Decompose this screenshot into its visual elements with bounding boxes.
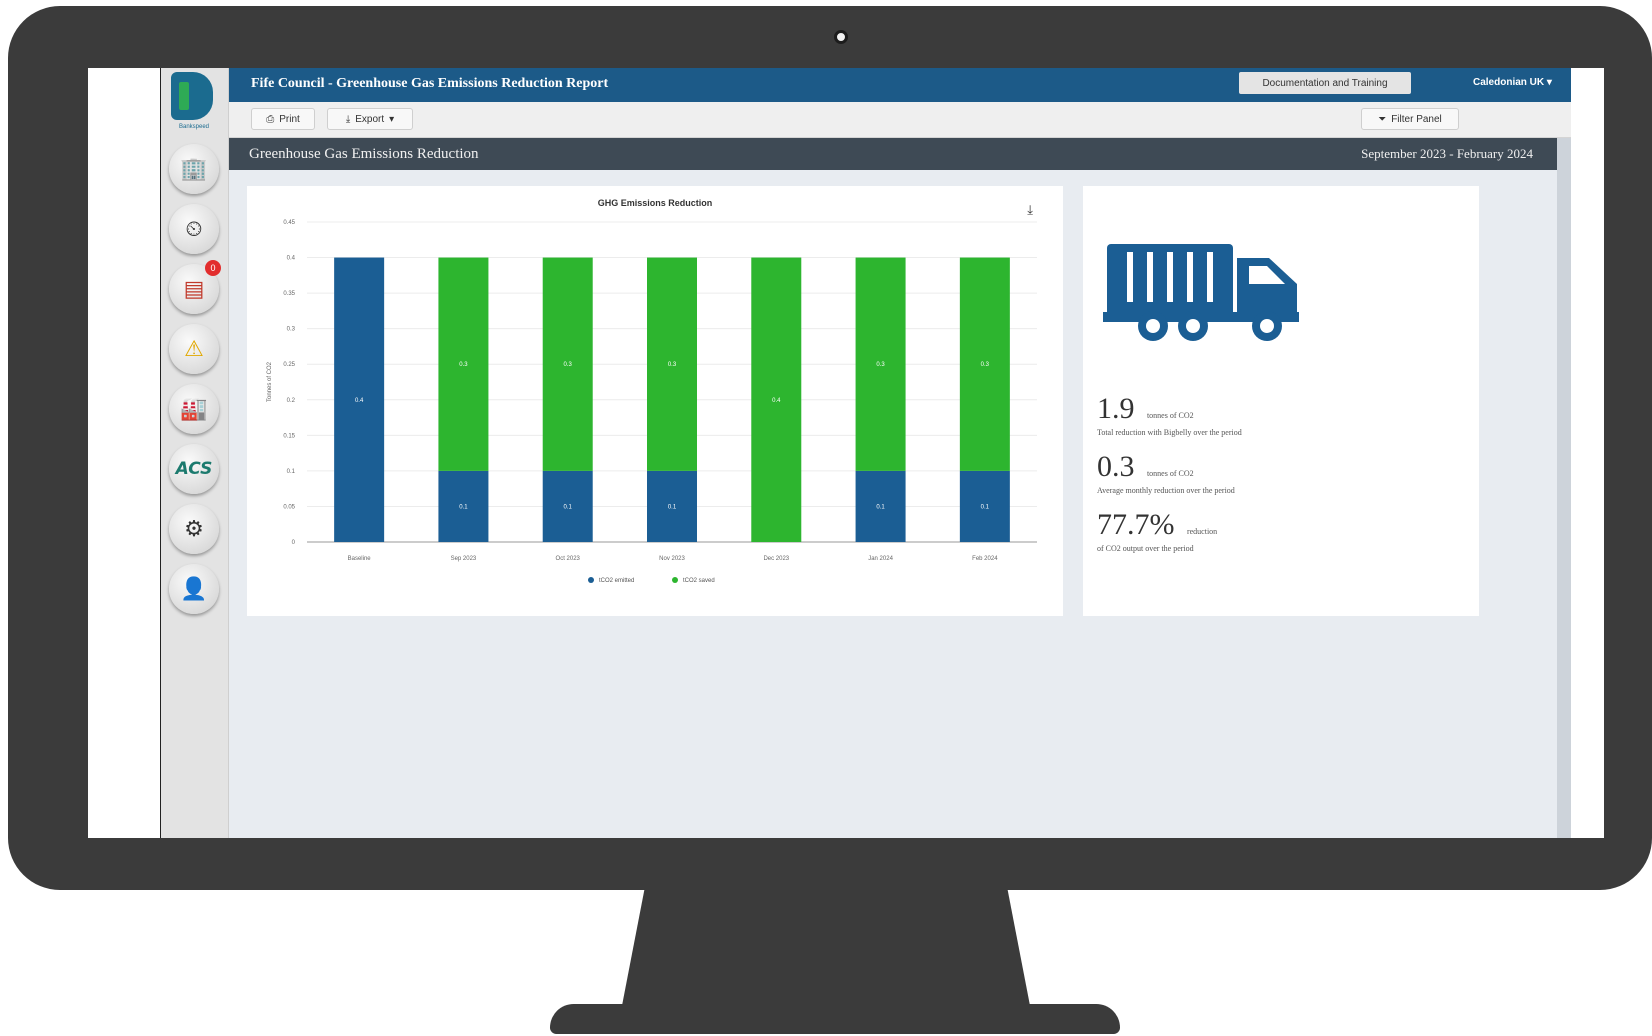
- filter-icon: ⏷: [1378, 113, 1387, 125]
- data-label: 0.3: [668, 362, 677, 368]
- dashboard-icon: 🏢: [180, 156, 208, 181]
- y-tick-label: 0.05: [283, 504, 295, 510]
- section-title: Greenhouse Gas Emissions Reduction: [249, 146, 479, 162]
- export-icon: ⤓: [345, 113, 351, 125]
- sidebar-item-network[interactable]: ⚙: [169, 504, 219, 554]
- stat-description: Average monthly reduction over the perio…: [1097, 486, 1235, 495]
- data-label: 0.3: [564, 362, 573, 368]
- stat-unit: reduction: [1186, 527, 1218, 536]
- export-button[interactable]: ⤓ Export ▾: [327, 108, 413, 130]
- stats-panel: 1.9 tonnes of CO2 Total reduction with B…: [1083, 186, 1479, 616]
- sidebar-item-user[interactable]: 👤: [169, 564, 219, 614]
- y-tick-label: 0.2: [287, 398, 296, 404]
- legend-label: tCO2 saved: [683, 578, 715, 584]
- chevron-down-icon: ▾: [389, 113, 395, 125]
- toolbar: ⎙ Print ⤓ Export ▾ ⏷ Filter Panel: [229, 102, 1571, 138]
- monitor-stand-neck: [620, 888, 1032, 1016]
- screen: Bankspeed 🏢 ⏲ ▤ 0 ⚠ 🏭 ACS ⚙ 👤 Fife Counc…: [88, 68, 1604, 838]
- stat-unit: tonnes of CO2: [1146, 469, 1194, 478]
- user-settings-icon: 👤: [180, 576, 208, 601]
- legend-marker: [588, 577, 594, 583]
- x-tick-label: Dec 2023: [763, 556, 789, 562]
- network-icon: ⚙: [184, 516, 204, 541]
- export-label: Export: [355, 113, 385, 125]
- data-label: 0.1: [668, 504, 677, 510]
- sidebar-item-acs[interactable]: ACS: [169, 444, 219, 494]
- print-icon: ⎙: [266, 113, 275, 125]
- chevron-down-icon: ▾: [1546, 77, 1552, 88]
- truck-icon: [1103, 244, 1299, 341]
- y-axis-label: Tonnes of CO2: [267, 361, 273, 402]
- x-tick-label: Jan 2024: [868, 556, 893, 562]
- filter-panel-button[interactable]: ⏷ Filter Panel: [1361, 108, 1459, 130]
- stat-percent-reduction: 77.7% reduction of CO2 output over the p…: [1097, 508, 1217, 553]
- stat-monthly-reduction: 0.3 tonnes of CO2 Average monthly reduct…: [1097, 450, 1235, 495]
- y-tick-label: 0.35: [283, 291, 295, 297]
- chart-title: GHG Emissions Reduction: [597, 198, 713, 208]
- header-bar: Fife Council - Greenhouse Gas Emissions …: [229, 68, 1571, 102]
- y-tick-label: 0.15: [283, 433, 295, 439]
- stat-value: 1.9: [1097, 392, 1135, 425]
- data-label: 0.1: [876, 504, 885, 510]
- user-menu[interactable]: Caledonian UK ▾: [1473, 77, 1552, 88]
- print-label: Print: [279, 113, 300, 125]
- monitor-stand-base: [550, 1004, 1120, 1034]
- sidebar-item-database[interactable]: ▤ 0: [169, 260, 221, 314]
- x-tick-label: Oct 2023: [556, 556, 581, 562]
- documentation-button[interactable]: Documentation and Training: [1239, 72, 1411, 94]
- user-name: Caledonian UK: [1473, 77, 1545, 88]
- y-tick-label: 0: [292, 540, 296, 546]
- app-logo[interactable]: Bankspeed: [171, 72, 217, 134]
- stat-description: Total reduction with Bigbelly over the p…: [1097, 428, 1242, 437]
- y-tick-label: 0.1: [287, 469, 296, 475]
- stat-description: of CO2 output over the period: [1097, 544, 1194, 553]
- chart-panel: 0 0.05 0.1 0.15 0.2 0.25 0.3 0.35 0.4 0.45 Tonnes …: [247, 186, 1063, 616]
- data-label: 0.1: [459, 504, 468, 510]
- data-label: 0.3: [459, 362, 468, 368]
- emissions-chart: 0 0.05 0.1 0.15 0.2 0.25 0.3 0.35 0.4 0.45 Tonnes …: [267, 220, 1037, 584]
- print-button[interactable]: ⎙ Print: [251, 108, 315, 130]
- section-header: Greenhouse Gas Emissions Reduction Septe…: [229, 138, 1571, 170]
- y-tick-label: 0.4: [287, 256, 296, 262]
- legend-marker: [672, 577, 678, 583]
- database-icon: ▤: [183, 276, 205, 301]
- notification-badge: 0: [205, 260, 221, 276]
- y-tick-label: 0.3: [287, 327, 296, 333]
- x-tick-label: Feb 2024: [972, 556, 998, 562]
- data-label: 0.3: [876, 362, 885, 368]
- factory-icon: 🏭: [180, 396, 208, 421]
- stat-total-reduction: 1.9 tonnes of CO2 Total reduction with B…: [1097, 392, 1242, 437]
- x-tick-label: Baseline: [348, 556, 372, 562]
- gauge-icon: ⏲: [185, 216, 203, 241]
- data-label: 0.4: [772, 398, 781, 404]
- x-tick-label: Nov 2023: [659, 556, 685, 562]
- app-window: Bankspeed 🏢 ⏲ ▤ 0 ⚠ 🏭 ACS ⚙ 👤 Fife Counc…: [160, 68, 1571, 838]
- data-label: 0.3: [981, 362, 990, 368]
- y-tick-label: 0.45: [283, 220, 295, 226]
- scrollbar[interactable]: [1557, 138, 1571, 838]
- stat-value: 0.3: [1097, 450, 1135, 483]
- monitor-frame: Bankspeed 🏢 ⏲ ▤ 0 ⚠ 🏭 ACS ⚙ 👤 Fife Counc…: [8, 6, 1652, 890]
- logo-mark-icon: [171, 72, 213, 120]
- page-title: Fife Council - Greenhouse Gas Emissions …: [251, 76, 609, 91]
- data-label: 0.4: [355, 398, 364, 404]
- stat-unit: tonnes of CO2: [1146, 411, 1194, 420]
- data-label: 0.1: [564, 504, 573, 510]
- x-tick-label: Sep 2023: [451, 556, 477, 562]
- warning-icon: ⚠: [184, 336, 204, 361]
- sidebar-item-gauge[interactable]: ⏲: [169, 204, 219, 254]
- download-icon[interactable]: ⤓: [1027, 202, 1033, 218]
- sidebar-item-factory[interactable]: 🏭: [169, 384, 219, 434]
- date-range: September 2023 - February 2024: [1361, 146, 1533, 161]
- stat-value: 77.7%: [1097, 508, 1175, 541]
- sidebar-item-dashboard[interactable]: 🏢: [169, 144, 219, 194]
- y-tick-label: 0.25: [283, 362, 295, 368]
- webcam-icon: [834, 30, 848, 44]
- legend-label: tCO2 emitted: [599, 578, 634, 584]
- logo-subtext: Bankspeed: [178, 124, 210, 130]
- filter-label: Filter Panel: [1391, 113, 1442, 125]
- sidebar-item-alerts[interactable]: ⚠: [169, 324, 219, 374]
- data-label: 0.1: [981, 504, 990, 510]
- sidebar: Bankspeed 🏢 ⏲ ▤ 0 ⚠ 🏭 ACS ⚙ 👤: [161, 68, 229, 838]
